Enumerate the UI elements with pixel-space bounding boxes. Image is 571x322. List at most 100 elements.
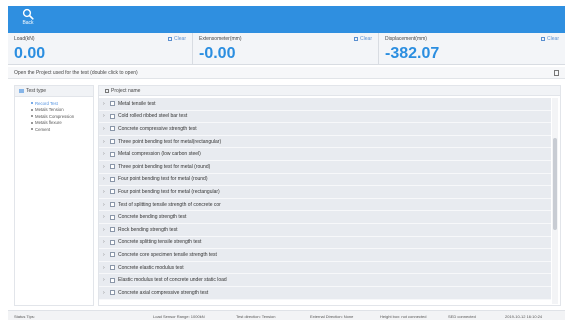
project-name: Metal compression (low carbon steel) — [118, 151, 201, 158]
chevron-right-icon[interactable]: › — [103, 252, 107, 258]
project-name: Test of splitting tensile strength of co… — [118, 201, 221, 208]
chevron-right-icon[interactable]: › — [103, 126, 107, 132]
file-icon — [110, 101, 115, 107]
project-row[interactable]: › Test of splitting tensile strength of c… — [99, 198, 551, 212]
bullet-icon — [31, 128, 33, 131]
project-row[interactable]: › Three point bending test for metal (rou… — [99, 160, 551, 174]
chevron-right-icon[interactable]: › — [103, 214, 107, 220]
project-row[interactable]: › Elastic modulus test of concrete under … — [99, 274, 551, 287]
file-icon — [110, 176, 115, 182]
info-text: Open the Project used for the test (doub… — [14, 70, 138, 76]
test-type-label: Cement — [35, 126, 51, 132]
project-row[interactable]: › Metal tensile test — [99, 98, 551, 111]
scrollbar-thumb[interactable] — [553, 138, 557, 230]
file-icon — [110, 290, 115, 296]
list-icon — [105, 88, 109, 93]
status-test-direction: Test direction: Tension — [236, 314, 276, 319]
chevron-right-icon[interactable]: › — [103, 189, 107, 195]
chevron-right-icon[interactable]: › — [103, 239, 107, 245]
project-row[interactable]: › Concrete axial compressive strength tes… — [99, 286, 551, 300]
bullet-icon — [31, 121, 33, 124]
status-bar: Status Tips: Load Sensor Range: 1000kN T… — [8, 310, 565, 320]
chevron-right-icon[interactable]: › — [103, 139, 107, 145]
chevron-right-icon[interactable]: › — [103, 290, 107, 296]
project-name: Three point bending test for metal (roun… — [118, 163, 211, 170]
project-row[interactable]: › Rock bending strength test — [99, 223, 551, 237]
chevron-right-icon[interactable]: › — [103, 164, 107, 170]
file-icon — [110, 126, 115, 132]
back-label: Back — [22, 20, 34, 26]
bullet-icon — [31, 115, 33, 118]
project-row[interactable]: › Concrete splitting tensile strength tes… — [99, 236, 551, 250]
project-name: Elastic modulus test of concrete under s… — [118, 277, 227, 284]
project-name: Cold rolled ribbed steel bar test — [118, 113, 188, 120]
project-scrollbar[interactable] — [552, 98, 558, 304]
clear-icon — [541, 37, 546, 41]
chevron-right-icon[interactable]: › — [103, 176, 107, 182]
document-icon[interactable] — [554, 70, 559, 76]
project-row[interactable]: › Concrete elastic modulus test — [99, 261, 551, 275]
project-name: Four point bending test for metal (recta… — [118, 188, 220, 195]
status-datetime: 2019-10-12 16:10:24 — [505, 314, 543, 319]
project-row[interactable]: › Concrete compressive strength test — [99, 123, 551, 136]
chevron-right-icon[interactable]: › — [103, 202, 107, 208]
load-readout: Load(kN) Clear 0.00 — [8, 33, 193, 65]
file-icon — [110, 113, 115, 119]
extensometer-title: Extensometer(mm) — [199, 36, 242, 42]
project-name: Rock bending strength test — [118, 226, 178, 233]
displacement-value: -382.07 — [385, 45, 440, 62]
bullet-icon — [31, 108, 33, 111]
chevron-right-icon[interactable]: › — [103, 113, 107, 119]
load-clear-button[interactable]: Clear — [168, 36, 186, 42]
file-icon — [110, 151, 115, 157]
project-panel: Project name › Metal tensile test › Cold ro… — [98, 85, 561, 306]
bullet-icon — [31, 102, 33, 105]
project-row[interactable]: › Concrete bending strength test — [99, 211, 551, 224]
project-list: › Metal tensile test › Cold rolled ribbed s… — [99, 98, 551, 300]
status-load-range: Load Sensor Range: 1000kN — [153, 314, 205, 319]
top-toolbar: Back — [8, 6, 565, 33]
chevron-right-icon[interactable]: › — [103, 101, 107, 107]
test-type-header: Test type — [15, 86, 93, 97]
chevron-right-icon[interactable]: › — [103, 265, 107, 271]
project-row[interactable]: › Three point bending test for metal(rect… — [99, 135, 551, 149]
project-header: Project name — [99, 86, 560, 96]
project-row[interactable]: › Cold rolled ribbed steel bar test — [99, 110, 551, 124]
project-name: Concrete bending strength test — [118, 214, 187, 221]
file-icon — [110, 265, 115, 271]
project-row[interactable]: › Metal compression (low carbon steel) — [99, 148, 551, 161]
test-type-label: Metals Tension — [35, 107, 64, 113]
chevron-right-icon[interactable]: › — [103, 227, 107, 233]
project-name: Four point bending test for metal (round… — [118, 176, 208, 183]
project-row[interactable]: › Four point bending test for metal (roun… — [99, 173, 551, 187]
search-icon — [22, 8, 34, 20]
status-tips: Status Tips: — [14, 314, 35, 319]
project-name: Three point bending test for metal(recta… — [118, 138, 222, 145]
file-icon — [110, 164, 115, 170]
project-name: Concrete compressive strength test — [118, 125, 197, 132]
status-ext-direction: External Direction: None — [310, 314, 354, 319]
displacement-clear-button[interactable]: Clear — [541, 36, 559, 42]
project-row[interactable]: › Concrete core specimen tensile strength… — [99, 249, 551, 262]
file-icon — [110, 277, 115, 283]
extensometer-clear-button[interactable]: Clear — [354, 36, 372, 42]
chevron-right-icon[interactable]: › — [103, 277, 107, 283]
displacement-readout: Displacement(mm) Clear -382.07 — [379, 33, 565, 65]
status-sed: SED connected — [448, 314, 476, 319]
project-name: Concrete core specimen tensile strength … — [118, 251, 217, 258]
extensometer-value: -0.00 — [199, 45, 236, 62]
project-name: Metal tensile test — [118, 100, 156, 107]
file-icon — [110, 202, 115, 208]
clear-icon — [354, 37, 359, 41]
test-type-item[interactable]: Cement — [15, 126, 93, 133]
test-type-list: Record Test Metals Tension Metals Compress… — [15, 97, 93, 133]
project-name: Concrete splitting tensile strength test — [118, 239, 202, 246]
test-type-panel: Test type Record Test Metals Tension Metal… — [14, 85, 94, 306]
file-icon — [110, 239, 115, 245]
back-search-button[interactable]: Back — [17, 8, 39, 30]
clear-icon — [168, 37, 173, 41]
project-name: Concrete elastic modulus test — [118, 264, 184, 271]
displacement-title: Displacement(mm) — [385, 36, 427, 42]
project-row[interactable]: › Four point bending test for metal (rect… — [99, 186, 551, 199]
chevron-right-icon[interactable]: › — [103, 151, 107, 157]
